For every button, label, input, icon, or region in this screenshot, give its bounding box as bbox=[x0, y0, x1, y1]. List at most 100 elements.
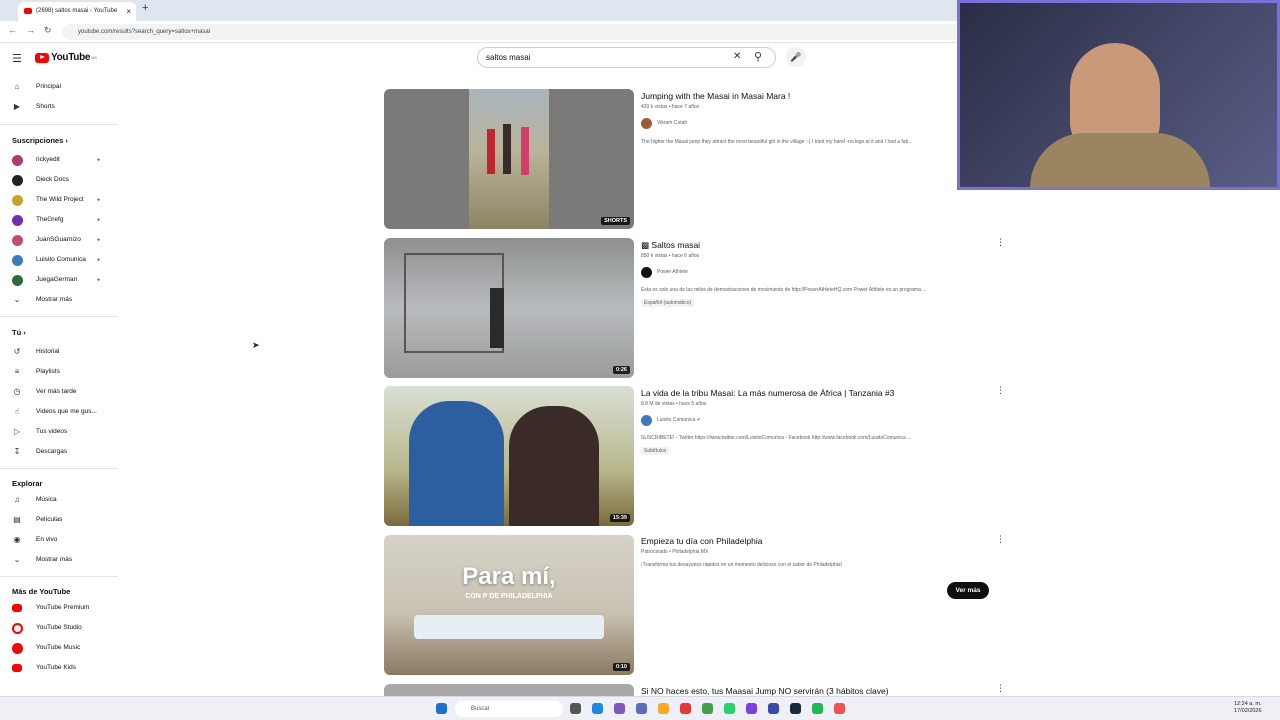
channel-link[interactable]: Vikram Cotah bbox=[641, 118, 687, 129]
sidebar-item-live[interactable]: ◉ En vivo bbox=[0, 531, 118, 549]
sidebar-item-youtube-studio[interactable]: YouTube Studio bbox=[0, 619, 118, 637]
channel-link[interactable]: Power Athlete bbox=[641, 267, 688, 278]
sidebar-item-label: Mostrar más bbox=[36, 296, 73, 303]
teams-icon[interactable] bbox=[636, 703, 647, 714]
sidebar-item-subscription[interactable]: TheGrefg ● bbox=[0, 211, 118, 229]
twitch-icon[interactable] bbox=[746, 703, 757, 714]
chrome-icon[interactable] bbox=[680, 703, 691, 714]
ad-thumbnail[interactable]: Para mí, CON P DE PHILADELPHIA 0:10 bbox=[384, 535, 634, 675]
browser-tab[interactable]: (2698) saltos masai - YouTube × bbox=[18, 2, 136, 21]
taskbar-clock[interactable]: 12:24 a. m. 17/02/2026 bbox=[1234, 701, 1262, 715]
logo-text: YouTube bbox=[51, 52, 91, 63]
whatsapp-icon[interactable] bbox=[724, 703, 735, 714]
app-icon[interactable] bbox=[768, 703, 779, 714]
sidebar-item-subscription[interactable]: Luisito Comunica ● bbox=[0, 251, 118, 269]
sidebar-item-label: rickyedit bbox=[36, 156, 60, 163]
avatar bbox=[641, 118, 652, 129]
clock-date: 17/02/2026 bbox=[1234, 708, 1262, 714]
url-field[interactable]: youtube.com/results?search_query=saltos+… bbox=[62, 24, 962, 40]
sidebar-item-label: YouTube Kids bbox=[36, 664, 76, 671]
sidebar-item-label: Shorts bbox=[36, 103, 55, 110]
sidebar-item-shorts[interactable]: ▶ Shorts bbox=[0, 98, 118, 116]
video-thumbnail[interactable]: 0:26 bbox=[384, 238, 634, 378]
task-view-icon[interactable] bbox=[570, 703, 581, 714]
playlist-icon: ≡ bbox=[14, 367, 20, 376]
calculator-icon[interactable] bbox=[702, 703, 713, 714]
music-icon: ♫ bbox=[14, 495, 20, 504]
search-input[interactable]: saltos masai bbox=[477, 47, 776, 68]
clear-search-icon[interactable]: ✕ bbox=[733, 51, 741, 62]
video-thumbnail[interactable]: SHORTS bbox=[384, 89, 634, 229]
sidebar-item-subscription[interactable]: JuanSGuarnizo ● bbox=[0, 231, 118, 249]
forward-icon[interactable]: → bbox=[26, 25, 35, 35]
subscriptions-heading[interactable]: Suscripciones › bbox=[12, 136, 68, 145]
sidebar-item-playlists[interactable]: ≡ Playlists bbox=[0, 363, 118, 381]
video-title[interactable]: ▩ Saltos masai bbox=[641, 240, 700, 251]
back-icon[interactable]: ← bbox=[8, 25, 17, 35]
more-options-icon[interactable]: ⋮ bbox=[996, 385, 1005, 396]
sidebar-item-your-videos[interactable]: ▷ Tus videos bbox=[0, 423, 118, 441]
menu-icon[interactable]: ☰ bbox=[12, 52, 22, 65]
video-description: The higher the Masai jump they attract t… bbox=[641, 139, 913, 145]
sidebar-item-movies[interactable]: ▤ Películas bbox=[0, 511, 118, 529]
avatar bbox=[641, 267, 652, 278]
sidebar-item-downloads[interactable]: ↧ Descargas bbox=[0, 443, 118, 461]
sidebar-item-youtube-kids[interactable]: YouTube Kids bbox=[0, 659, 118, 677]
logo-region: MX bbox=[91, 55, 98, 60]
sidebar-item-principal[interactable]: ⌂ Principal bbox=[0, 78, 118, 96]
reload-icon[interactable]: ↻ bbox=[44, 25, 52, 36]
copilot-icon[interactable] bbox=[614, 703, 625, 714]
more-options-icon[interactable]: ⋮ bbox=[996, 534, 1005, 545]
sidebar-item-youtube-music[interactable]: YouTube Music bbox=[0, 639, 118, 657]
edge-icon[interactable] bbox=[592, 703, 603, 714]
sidebar-item-subscription[interactable]: JuegaGerman ● bbox=[0, 271, 118, 289]
mouse-cursor-icon: ➤ bbox=[252, 340, 260, 350]
sidebar-item-subscription[interactable]: rickyedit ● bbox=[0, 151, 118, 169]
sidebar-item-subscription[interactable]: The Wild Project ● bbox=[0, 191, 118, 209]
channel-name: Power Athlete bbox=[657, 269, 688, 275]
sidebar-item-music[interactable]: ♫ Música bbox=[0, 491, 118, 509]
new-tab-button[interactable]: + bbox=[142, 2, 148, 14]
search-icon[interactable]: ⚲ bbox=[754, 50, 762, 63]
steam-icon[interactable] bbox=[790, 703, 801, 714]
shorts-icon: ▩ bbox=[641, 240, 650, 250]
sidebar-item-historial[interactable]: ↺ Historial bbox=[0, 343, 118, 361]
channel-link[interactable]: Luisito Comunica ✔ bbox=[641, 415, 701, 426]
show-more-subscriptions[interactable]: ⌄ Mostrar más bbox=[0, 291, 118, 309]
sidebar-item-youtube-premium[interactable]: YouTube Premium bbox=[0, 599, 118, 617]
you-heading[interactable]: Tú › bbox=[12, 328, 26, 337]
ad-cta-button[interactable]: Ver más bbox=[947, 582, 989, 599]
product-shape bbox=[414, 615, 604, 639]
chrome-icon[interactable] bbox=[834, 703, 845, 714]
video-title[interactable]: Jumping with the Masai in Masai Mara ! bbox=[641, 91, 790, 101]
video-title[interactable]: La vida de la tribu Masai: La más numero… bbox=[641, 388, 894, 398]
sidebar-item-liked-videos[interactable]: ☝ Videos que me gus... bbox=[0, 403, 118, 421]
home-icon: ⌂ bbox=[14, 82, 20, 91]
youtube-favicon-icon bbox=[24, 8, 32, 14]
ad-title[interactable]: Empieza tu día con Philadelphia bbox=[641, 536, 762, 546]
live-dot-icon: ● bbox=[97, 277, 101, 283]
sidebar-item-label: The Wild Project bbox=[36, 196, 84, 203]
sidebar: ⌂ Principal ▶ Shorts Suscripciones › ric… bbox=[0, 76, 118, 696]
spotify-icon[interactable] bbox=[812, 703, 823, 714]
sidebar-item-subscription[interactable]: Dieck Docs bbox=[0, 171, 118, 189]
video-title[interactable]: Si NO haces esto, tus Maasai Jump NO ser… bbox=[641, 686, 889, 696]
show-more-explore[interactable]: ⌄ Mostrar más bbox=[0, 551, 118, 569]
person-shape bbox=[509, 406, 599, 526]
shorts-icon: ▶ bbox=[13, 102, 21, 111]
avatar bbox=[12, 175, 23, 186]
figure-shape bbox=[521, 127, 529, 175]
youtube-logo[interactable]: YouTube MX bbox=[35, 52, 97, 63]
sidebar-item-label: JuanSGuarnizo bbox=[36, 236, 81, 243]
taskbar-search[interactable]: Buscar bbox=[455, 701, 563, 717]
tab-close-icon[interactable]: × bbox=[126, 2, 131, 21]
verified-icon: ✔ bbox=[696, 417, 701, 423]
video-thumbnail[interactable] bbox=[384, 684, 634, 696]
microphone-icon[interactable]: 🎤 bbox=[786, 47, 806, 67]
more-options-icon[interactable]: ⋮ bbox=[996, 683, 1005, 694]
windows-start-icon[interactable] bbox=[436, 703, 447, 714]
video-thumbnail[interactable]: 15:39 bbox=[384, 386, 634, 526]
sidebar-item-watch-later[interactable]: ◷ Ver más tarde bbox=[0, 383, 118, 401]
more-options-icon[interactable]: ⋮ bbox=[996, 237, 1005, 248]
file-explorer-icon[interactable] bbox=[658, 703, 669, 714]
